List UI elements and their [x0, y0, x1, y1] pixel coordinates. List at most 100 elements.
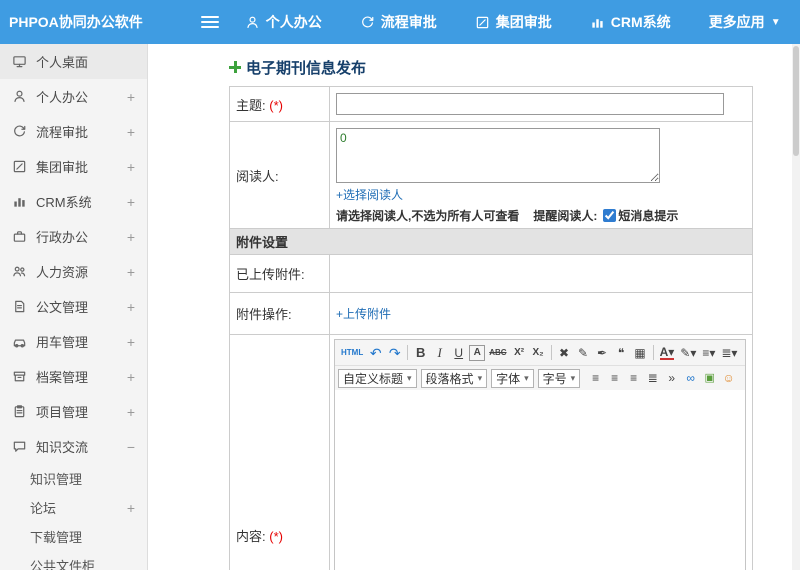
hamburger-menu-icon[interactable]	[200, 13, 219, 31]
superscript-button[interactable]: X²	[511, 343, 528, 363]
numbered-list-button[interactable]: ≣▾	[719, 343, 739, 363]
nav-more-apps[interactable]: 更多应用 ▼	[709, 12, 781, 32]
top-nav: 个人办公 流程审批 集团审批 CRM系统 更多应用 ▼	[245, 12, 800, 32]
sidebar-item-crm-system[interactable]: CRM系统 +	[0, 184, 147, 219]
chevron-down-icon: ▼	[770, 16, 781, 28]
align-right-button[interactable]: ≡	[625, 368, 642, 388]
briefcase-icon	[12, 229, 28, 244]
readers-textarea[interactable]: 0	[336, 128, 660, 183]
bullet-list-button[interactable]: ≡▾	[700, 343, 717, 363]
choose-readers-link[interactable]: +选择阅读人	[336, 188, 403, 202]
top-nav-item-label: 流程审批	[380, 14, 437, 30]
expand-toggle-icon[interactable]: +	[127, 124, 135, 140]
nav-workflow-approval[interactable]: 流程审批	[360, 12, 443, 32]
sidebar-item-label: 下载管理	[30, 530, 83, 545]
editor-content-area[interactable]	[335, 390, 745, 570]
attachment-ops-label: 附件操作:	[229, 292, 330, 335]
undo-button[interactable]: ↶	[367, 343, 384, 363]
expand-toggle-icon[interactable]: +	[127, 229, 135, 245]
font-size-select[interactable]: 字号 ▾	[537, 368, 581, 388]
readers-label: 阅读人:	[229, 121, 330, 229]
expand-toggle-icon[interactable]: +	[127, 89, 135, 105]
subject-input[interactable]	[336, 93, 724, 115]
emoticon-button[interactable]: ☺	[720, 368, 737, 388]
heading-select[interactable]: 自定义标题 ▾	[338, 368, 417, 388]
top-nav-item-label: 集团审批	[495, 14, 552, 30]
sidebar-item-label: 知识管理	[30, 472, 83, 487]
highlight-color-button[interactable]: ✎▾	[678, 343, 698, 363]
italic-button[interactable]: I	[431, 343, 448, 363]
paragraph-format-select[interactable]: 段落格式 ▾	[420, 368, 488, 388]
sidebar-item-download-management[interactable]: 下载管理	[0, 522, 147, 551]
underline-button[interactable]: U	[450, 343, 467, 363]
top-bar: PHPOA协同办公软件 个人办公 流程审批 集团审批 CRM系统 更多应用 ▼	[0, 0, 800, 44]
sidebar-item-document-management[interactable]: 公文管理 +	[0, 289, 147, 324]
publish-form: 主题: (*) 阅读人: 0 +选择阅读人 请选择阅读人,不选为所有人可查看 提…	[229, 86, 753, 570]
sms-notify-checkbox[interactable]	[603, 209, 617, 222]
link-button[interactable]: ∞	[682, 368, 699, 388]
expand-toggle-icon[interactable]: +	[127, 500, 135, 516]
strikethrough-button[interactable]: ABC	[487, 343, 508, 363]
sidebar-item-public-file-cabinet[interactable]: 公共文件柜	[0, 551, 147, 570]
scrollbar-thumb[interactable]	[793, 46, 799, 156]
flow-icon	[360, 15, 375, 30]
sidebar-item-forum[interactable]: 论坛 +	[0, 493, 147, 522]
subscript-button[interactable]: X₂	[530, 343, 547, 363]
sidebar-item-administration[interactable]: 行政办公 +	[0, 219, 147, 254]
expand-toggle-icon[interactable]: −	[127, 439, 135, 455]
flow-icon	[12, 124, 28, 139]
sidebar-item-workflow-approval[interactable]: 流程审批 +	[0, 114, 147, 149]
sidebar-item-vehicle-management[interactable]: 用车管理 +	[0, 324, 147, 359]
sidebar-item-label: 个人桌面	[36, 55, 89, 70]
sidebar-item-group-approval[interactable]: 集团审批 +	[0, 149, 147, 184]
subject-label: 主题: (*)	[229, 86, 330, 122]
align-center-button[interactable]: ≡	[606, 368, 623, 388]
nav-personal-office[interactable]: 个人办公	[245, 12, 328, 32]
align-justify-button[interactable]: ≣	[644, 368, 661, 388]
sidebar-item-knowledge-management[interactable]: 知识管理	[0, 464, 147, 493]
insert-image-button[interactable]: ▣	[701, 368, 718, 388]
nav-crm-system[interactable]: CRM系统	[590, 12, 677, 32]
sidebar-item-label: 公共文件柜	[30, 559, 96, 570]
sidebar-item-label: 项目管理	[36, 405, 89, 420]
indent-button[interactable]: »	[663, 368, 680, 388]
uploaded-attachments-cell	[329, 254, 753, 293]
desktop-icon	[12, 54, 28, 69]
toolbar-separator	[407, 345, 409, 360]
sidebar-item-project-management[interactable]: 项目管理 +	[0, 394, 147, 429]
bold-button[interactable]: B	[412, 343, 429, 363]
expand-toggle-icon[interactable]: +	[127, 299, 135, 315]
expand-toggle-icon[interactable]: +	[127, 159, 135, 175]
paint-button[interactable]: ✒	[594, 343, 611, 363]
sidebar-item-knowledge-exchange[interactable]: 知识交流 −	[0, 429, 147, 464]
html-source-button[interactable]: HTML	[339, 343, 365, 363]
font-color-button[interactable]: A▾	[658, 343, 677, 363]
main-content: 电子期刊信息发布 主题: (*) 阅读人: 0 +选择阅读人 请选择阅读人,不选…	[149, 44, 800, 570]
remove-format-button[interactable]: ✖	[556, 343, 573, 363]
expand-toggle-icon[interactable]: +	[127, 334, 135, 350]
sidebar-item-label: CRM系统	[36, 195, 92, 210]
sidebar-item-human-resources[interactable]: 人力资源 +	[0, 254, 147, 289]
expand-toggle-icon[interactable]: +	[127, 404, 135, 420]
car-icon	[12, 334, 28, 349]
archive-icon	[12, 369, 28, 384]
font-family-select[interactable]: 字体 ▾	[491, 368, 534, 388]
blockquote-button[interactable]: ❝	[613, 343, 630, 363]
expand-toggle-icon[interactable]: +	[127, 264, 135, 280]
add-icon	[229, 61, 241, 73]
sidebar-item-personal-office[interactable]: 个人办公 +	[0, 79, 147, 114]
sms-notify-label: 短消息提示	[618, 209, 679, 223]
insert-table-button[interactable]: ▦	[632, 343, 649, 363]
sidebar-item-archive-management[interactable]: 档案管理 +	[0, 359, 147, 394]
sidebar-item-personal-desktop[interactable]: 个人桌面	[0, 44, 147, 79]
chart-icon	[12, 194, 28, 209]
nav-group-approval[interactable]: 集团审批	[475, 12, 558, 32]
expand-toggle-icon[interactable]: +	[127, 369, 135, 385]
redo-button[interactable]: ↷	[386, 343, 403, 363]
expand-toggle-icon[interactable]: +	[127, 194, 135, 210]
format-painter-button[interactable]: ✎	[575, 343, 592, 363]
align-left-button[interactable]: ≡	[587, 368, 604, 388]
sidebar-item-label: 论坛	[30, 501, 57, 516]
font-style-button[interactable]: A	[469, 344, 486, 361]
upload-attachment-link[interactable]: +上传附件	[336, 307, 391, 321]
